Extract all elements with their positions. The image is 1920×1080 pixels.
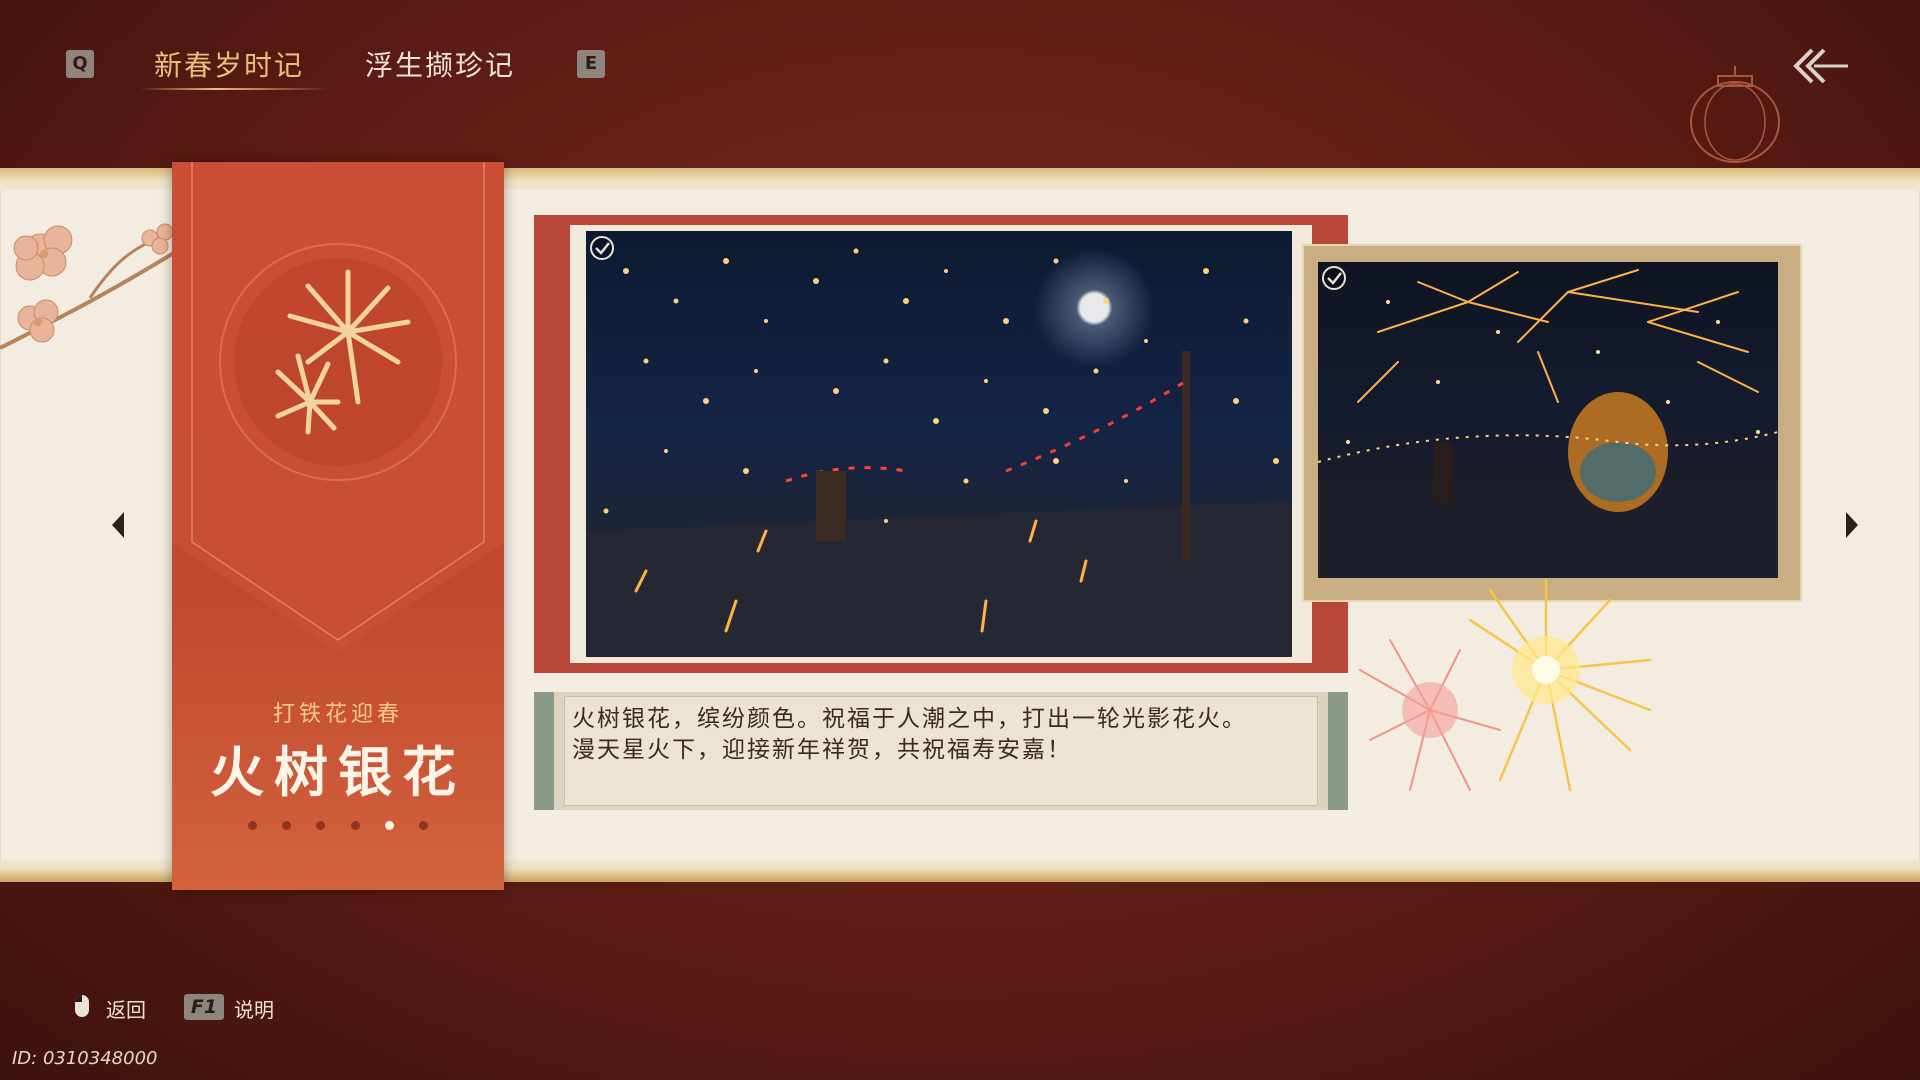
fireworks-emblem-icon [275,269,411,435]
page-dot[interactable] [248,820,257,830]
tab-new-year-almanac[interactable]: 新春岁时记 [154,44,304,84]
top-bar: Q 新春岁时记 浮生撷珍记 E [0,0,1920,163]
description-line-2: 漫天星火下，迎接新年祥贺，共祝福寿安嘉！ [572,737,1072,763]
description-text: 火树银花，缤纷颜色。祝福于人潮之中，打出一轮光影花火。 漫天星火下，迎接新年祥贺… [572,704,1312,766]
prev-page-arrow-icon[interactable] [108,508,128,542]
page-indicator [248,818,428,832]
mouse-right-click-icon [75,995,89,1017]
back-button[interactable]: 返回 [106,994,146,1023]
back-arrow-icon[interactable] [1790,44,1850,88]
event-banner: 打铁花迎春 火树银花 [172,162,504,890]
next-page-arrow-icon[interactable] [1842,508,1862,542]
user-id: ID: 0310348000 [12,1048,158,1069]
main-photo[interactable] [586,231,1292,657]
help-key[interactable]: F1 [184,994,224,1020]
side-photo[interactable] [1318,262,1778,578]
prev-tab-key[interactable]: Q [66,50,94,78]
page-dot[interactable] [282,820,292,830]
collected-check-icon [1322,266,1346,290]
tab-treasure-records[interactable]: 浮生撷珍记 [365,44,515,84]
lantern-icon [1690,66,1780,163]
fireworks-photo-scene [586,248,1292,657]
sparks-photo-scene [1318,269,1778,578]
page-dot-active[interactable] [384,820,394,830]
help-button[interactable]: 说明 [234,994,274,1023]
description-line-1: 火树银花，缤纷颜色。祝福于人潮之中，打出一轮光影花火。 [572,706,1247,732]
page-dot[interactable] [350,820,360,830]
banner-subtitle: 打铁花迎春 [272,702,403,727]
page-dot[interactable] [316,820,326,830]
page-dot[interactable] [418,820,428,830]
next-tab-key[interactable]: E [577,50,605,78]
banner-title: 火树银花 [210,740,466,804]
active-tab-underline [140,88,330,90]
collected-check-icon [590,236,614,260]
